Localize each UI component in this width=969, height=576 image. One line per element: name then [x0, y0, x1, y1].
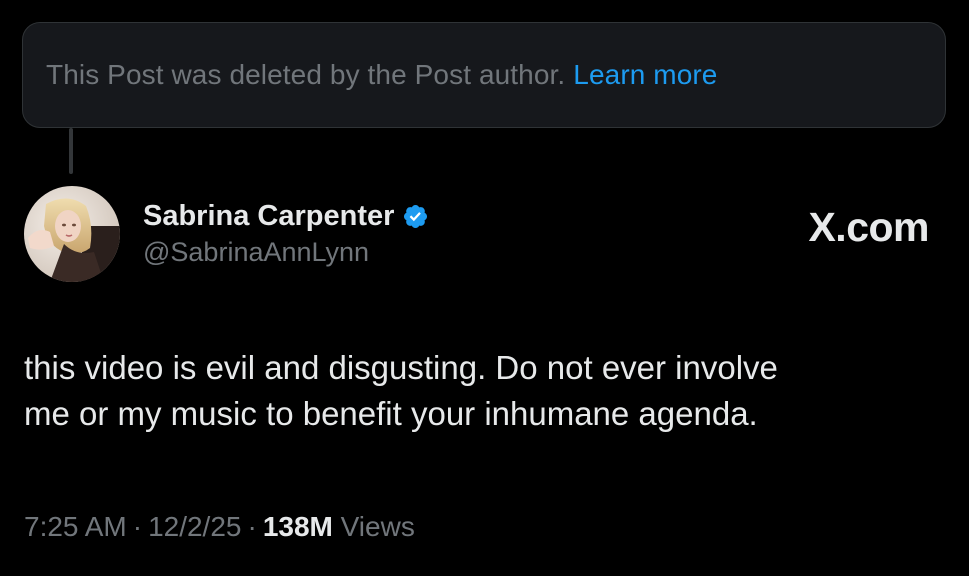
author-display-name[interactable]: Sabrina Carpenter	[143, 200, 394, 233]
post-date[interactable]: 12/2/25	[148, 511, 241, 542]
post-metadata: 7:25 AM · 12/2/25 · 138M Views	[24, 511, 415, 543]
avatar[interactable]	[24, 186, 120, 282]
brand-watermark: X.com	[808, 204, 929, 250]
post-author: Sabrina Carpenter @SabrinaAnnLynn	[143, 199, 429, 268]
post-body: this video is evil and disgusting. Do no…	[24, 345, 924, 437]
author-name-row: Sabrina Carpenter	[143, 199, 429, 233]
views-count: 138M	[262, 511, 333, 542]
deleted-notice-text: This Post was deleted by the Post author…	[46, 59, 566, 90]
verified-badge-icon[interactable]	[402, 203, 429, 230]
views-label: Views	[340, 511, 415, 542]
post-text-line: me or my music to benefit your inhumane …	[24, 395, 758, 433]
post-time[interactable]: 7:25 AM	[24, 511, 127, 542]
post-text-line: this video is evil and disgusting. Do no…	[24, 349, 778, 386]
author-handle[interactable]: @SabrinaAnnLynn	[143, 237, 429, 268]
thread-connector-line	[69, 128, 73, 174]
learn-more-link[interactable]: Learn more	[573, 59, 717, 91]
meta-separator: ·	[132, 511, 143, 542]
avatar-photo	[24, 186, 120, 282]
deleted-post-notice: This Post was deleted by the Post author…	[22, 22, 946, 128]
meta-separator: ·	[247, 511, 257, 542]
